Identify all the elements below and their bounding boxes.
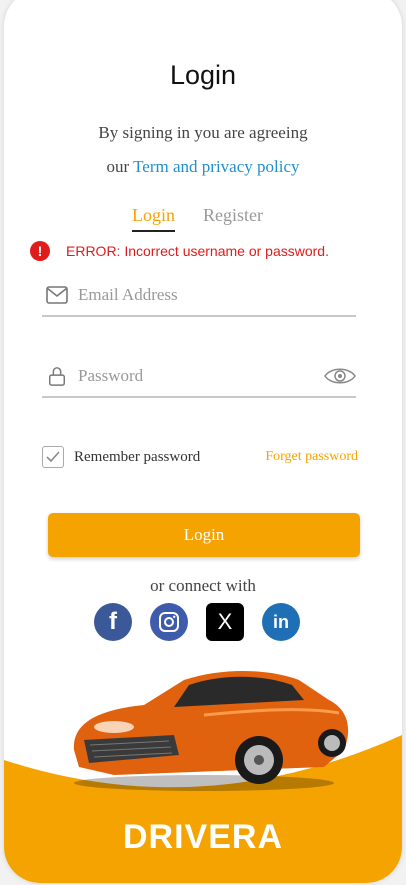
eye-icon[interactable] [324,366,356,386]
error-icon: ! [30,241,50,261]
instagram-icon [159,612,179,632]
login-button[interactable]: Login [48,513,360,557]
remember-label: Remember password [74,448,201,465]
forget-password-link[interactable]: Forget password [265,449,358,465]
checkmark-icon [46,451,60,463]
instagram-button[interactable] [150,603,188,641]
email-field[interactable]: Email Address [42,275,356,317]
phone-frame: Login By signing in you are agreeing our… [4,0,402,883]
remember-password[interactable]: Remember password [42,446,200,468]
x-icon: X [217,609,233,634]
tab-active-indicator [132,230,175,232]
linkedin-icon: in [273,611,289,632]
error-text: ERROR: Incorrect username or password. [66,243,329,259]
remember-checkbox[interactable] [42,446,64,468]
facebook-button[interactable]: f [94,603,132,641]
linkedin-button[interactable]: in [262,603,300,641]
terms-prefix: our [106,157,130,176]
password-placeholder: Password [78,366,144,385]
email-placeholder: Email Address [78,285,178,304]
car-image [73,670,349,791]
facebook-icon: f [109,608,117,635]
terms-notice-line1: By signing in you are agreeing [98,123,308,142]
terms-notice: By signing in you are agreeing our Term … [4,116,402,184]
error-message: ! ERROR: Incorrect username or password. [30,240,329,262]
connect-label: or connect with [150,576,256,595]
terms-notice-line2: our Term and privacy policy [4,150,402,184]
x-button[interactable]: X [206,603,244,641]
mail-icon [46,286,68,304]
social-login-row: f X in [94,603,300,641]
tab-register[interactable]: Register [203,205,263,226]
auth-tabs: Login Register [4,205,402,239]
tab-login[interactable]: Login [132,205,175,226]
brand-logo: DRIVERA [122,818,284,856]
page-title: Login [169,60,237,90]
lock-icon [49,367,65,386]
terms-privacy-link[interactable]: Term and privacy policy [133,157,299,176]
password-field[interactable]: Password [42,356,356,398]
